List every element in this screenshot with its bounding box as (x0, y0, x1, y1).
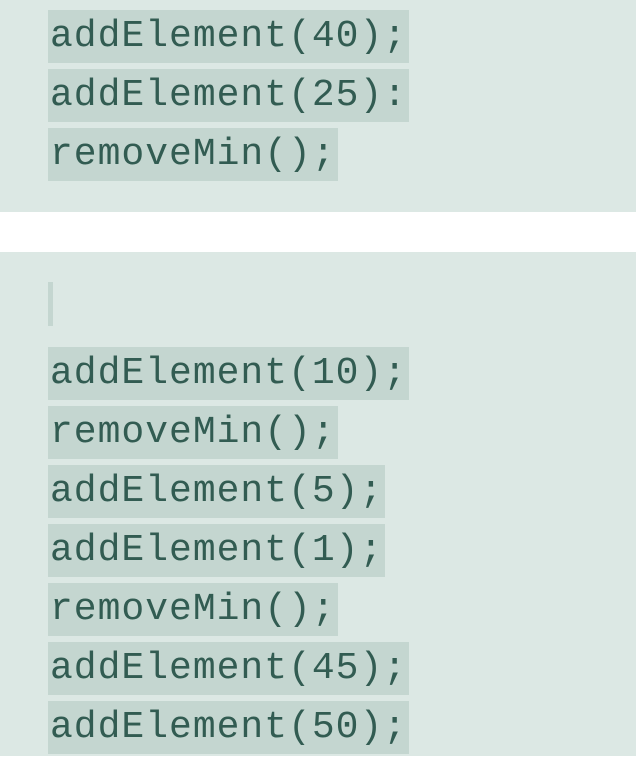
code-line: addElement(45); (48, 642, 636, 701)
code-line: addElement(1); (48, 524, 636, 583)
code-text: addElement(40); (48, 10, 409, 63)
code-text: addElement(5); (48, 465, 385, 518)
text-cursor-icon (48, 282, 53, 326)
code-text: addElement(10); (48, 347, 409, 400)
code-text: addElement(45); (48, 642, 409, 695)
code-text: removeMin(); (48, 128, 338, 181)
code-text: addElement(50); (48, 701, 409, 754)
code-text: removeMin(); (48, 406, 338, 459)
code-text: addElement(1); (48, 524, 385, 577)
cursor-line (48, 282, 636, 347)
code-line: removeMin(); (48, 128, 636, 187)
code-line: removeMin(); (48, 406, 636, 465)
code-text: removeMin(); (48, 583, 338, 636)
code-line: removeMin(); (48, 583, 636, 642)
code-line: addElement(25): (48, 69, 636, 128)
code-line: addElement(40); (48, 10, 636, 69)
code-line: addElement(50); (48, 701, 636, 760)
code-line: addElement(5); (48, 465, 636, 524)
code-block-1: addElement(40); addElement(25): removeMi… (0, 0, 636, 212)
code-block-2: addElement(10); removeMin(); addElement(… (0, 252, 636, 756)
code-text: addElement(25): (48, 69, 409, 122)
code-line: addElement(10); (48, 347, 636, 406)
